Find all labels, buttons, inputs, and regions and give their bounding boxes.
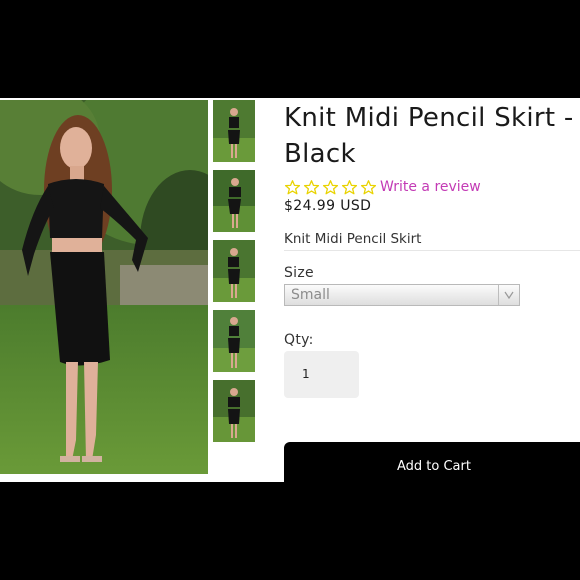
qty-label: Qty:	[284, 332, 314, 348]
size-label: Size	[284, 265, 314, 281]
star-icon[interactable]	[284, 179, 301, 196]
size-selected-value: Small	[291, 287, 330, 303]
add-to-cart-label: Add to Cart	[397, 459, 471, 474]
product-thumbnail[interactable]	[213, 100, 255, 162]
product-thumbnail[interactable]	[213, 380, 255, 442]
star-icon[interactable]	[322, 179, 339, 196]
product-title: Knit Midi Pencil Skirt - Black	[284, 103, 574, 169]
star-icon[interactable]	[303, 179, 320, 196]
star-icon[interactable]	[341, 179, 358, 196]
chevron-down-icon[interactable]	[498, 285, 519, 305]
product-page: Knit Midi Pencil Skirt - Black Write a r…	[0, 98, 580, 482]
product-price: $24.99 USD	[284, 198, 372, 214]
product-thumbnail[interactable]	[213, 170, 255, 232]
rating-row: Write a review	[284, 178, 481, 196]
quantity-input[interactable]: 1	[284, 351, 359, 398]
divider	[284, 250, 580, 251]
product-thumbnail[interactable]	[213, 310, 255, 372]
size-select[interactable]: Small	[284, 284, 520, 306]
product-thumbnail[interactable]	[213, 240, 255, 302]
star-icon[interactable]	[360, 179, 377, 196]
write-review-link[interactable]: Write a review	[380, 179, 481, 195]
quantity-value: 1	[302, 367, 310, 381]
product-subtitle: Knit Midi Pencil Skirt	[284, 231, 422, 247]
main-product-image	[0, 100, 208, 474]
add-to-cart-button[interactable]: Add to Cart	[284, 442, 580, 482]
